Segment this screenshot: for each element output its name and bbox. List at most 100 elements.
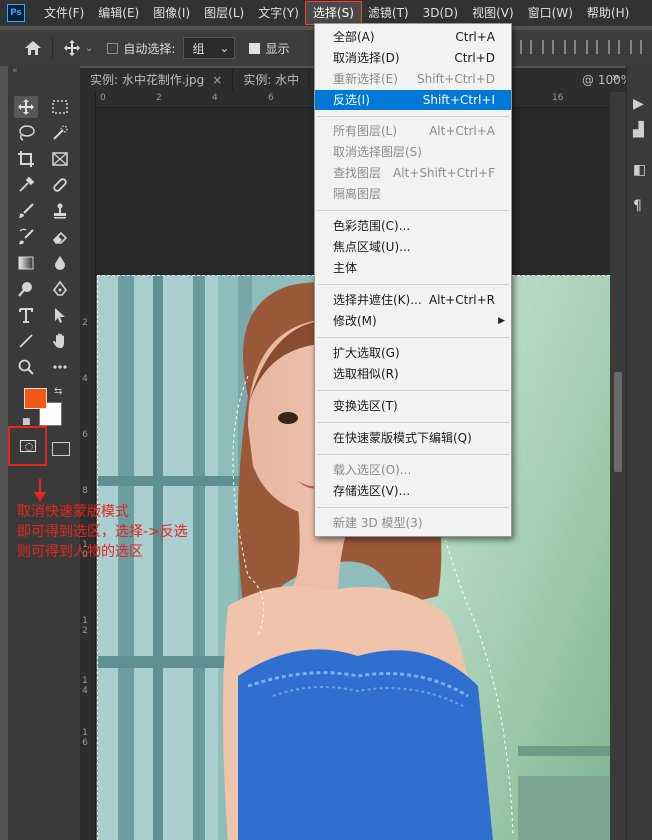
menu-image[interactable]: 图像(I): [146, 2, 197, 24]
menu-item-label: 载入选区(O)...: [333, 463, 412, 477]
chevron-down-icon[interactable]: ⌄: [85, 43, 93, 54]
menu-item-new-3d-model[interactable]: 新建 3D 模型(3): [315, 513, 511, 533]
annotation-arrow: [34, 479, 46, 502]
menu-item-isolate-layers[interactable]: 隔离图层: [315, 184, 511, 204]
menu-item-deselect[interactable]: 取消选择(D) Ctrl+D: [315, 48, 511, 68]
histogram-icon[interactable]: ▟: [633, 122, 649, 138]
ruler-tick-label: 1 6: [82, 728, 88, 748]
crop-tool-icon[interactable]: [14, 148, 38, 170]
move-tool-icon[interactable]: [14, 96, 38, 118]
menu-item-similar[interactable]: 选取相似(R): [315, 364, 511, 384]
show-transform-checkbox[interactable]: [249, 42, 261, 54]
distribute-icon[interactable]: [608, 40, 620, 54]
foreground-color-swatch[interactable]: [24, 388, 47, 409]
ruler-tick-label: 6: [268, 93, 274, 103]
menu-item-reselect[interactable]: 重新选择(E) Shift+Ctrl+D: [315, 69, 511, 89]
ruler-tick-label: 2: [156, 93, 162, 103]
type-tool-icon[interactable]: [14, 304, 38, 326]
menu-item-select-all[interactable]: 全部(A) Ctrl+A: [315, 27, 511, 47]
menu-item-shortcut: Ctrl+D: [454, 51, 495, 65]
brush-tool-icon[interactable]: [14, 200, 38, 222]
ruler-tick-label: 8: [82, 486, 88, 496]
path-select-tool-icon[interactable]: [48, 304, 72, 326]
pen-tool-icon[interactable]: [48, 278, 72, 300]
screen-mode-icon[interactable]: [52, 442, 70, 456]
menu-item-label: 反选(I): [333, 93, 370, 107]
menu-item-select-and-mask[interactable]: 选择并遮住(K)... Alt+Ctrl+R: [315, 290, 511, 310]
menu-item-modify[interactable]: 修改(M) ▶: [315, 311, 511, 331]
close-icon[interactable]: ×: [212, 73, 222, 87]
toolbox-collapse-icon[interactable]: «: [8, 66, 80, 78]
history-brush-tool-icon[interactable]: [14, 226, 38, 248]
menu-item-grow[interactable]: 扩大选取(G): [315, 343, 511, 363]
stamp-tool-icon[interactable]: [48, 200, 72, 222]
line-tool-icon[interactable]: [14, 330, 38, 352]
ruler-tick-label: 6: [82, 430, 88, 440]
adjustments-icon[interactable]: ◧: [633, 162, 649, 178]
menu-item-shortcut: Ctrl+A: [455, 30, 495, 44]
menu-item-label: 重新选择(E): [333, 72, 398, 86]
menu-separator: [317, 116, 509, 117]
document-tab[interactable]: 实例: 水中花制作.jpg ×: [80, 68, 234, 92]
menu-item-focus-area[interactable]: 焦点区域(U)...: [315, 237, 511, 257]
menu-item-deselect-layers[interactable]: 取消选择图层(S): [315, 142, 511, 162]
more-tabs-icon[interactable]: »: [612, 70, 619, 84]
zoom-tool-icon[interactable]: [14, 356, 38, 378]
menu-item-load-selection[interactable]: 载入选区(O)...: [315, 460, 511, 480]
frame-tool-icon[interactable]: [48, 148, 72, 170]
hand-tool-icon[interactable]: [48, 330, 72, 352]
gradient-tool-icon[interactable]: [14, 252, 38, 274]
quick-select-tool-icon[interactable]: [48, 122, 72, 144]
menu-item-shortcut: Alt+Ctrl+R: [428, 293, 495, 307]
menu-select[interactable]: 选择(S): [304, 1, 362, 25]
menu-filter[interactable]: 滤镜(T): [361, 2, 416, 24]
menu-layer[interactable]: 图层(L): [197, 2, 251, 24]
menu-view[interactable]: 视图(V): [465, 2, 521, 24]
menu-item-save-selection[interactable]: 存储选区(V)...: [315, 481, 511, 501]
distribute-icon[interactable]: [586, 40, 598, 54]
annotation-line: 则可得到人物的选区: [17, 544, 143, 560]
menu-3d[interactable]: 3D(D): [416, 2, 465, 24]
menu-item-shortcut: Alt+Ctrl+A: [429, 124, 495, 138]
menu-item-quick-mask-edit[interactable]: 在快速蒙版模式下编辑(Q): [315, 428, 511, 448]
menu-window[interactable]: 窗口(W): [521, 2, 580, 24]
quick-mask-button[interactable]: [8, 426, 47, 466]
scrollbar-thumb[interactable]: [614, 372, 622, 472]
menu-item-inverse[interactable]: 反选(I) Shift+Ctrl+I: [315, 90, 511, 110]
play-icon[interactable]: ▶: [633, 96, 649, 112]
lasso-tool-icon[interactable]: [14, 122, 38, 144]
healing-tool-icon[interactable]: [48, 174, 72, 196]
blur-tool-icon[interactable]: [48, 252, 72, 274]
menu-item-label: 全部(A): [333, 30, 375, 44]
menu-separator: [317, 284, 509, 285]
menu-edit[interactable]: 编辑(E): [91, 2, 146, 24]
align-center-icon[interactable]: [542, 40, 554, 54]
eraser-tool-icon[interactable]: [48, 226, 72, 248]
auto-select-checkbox[interactable]: [107, 42, 119, 54]
vertical-scrollbar[interactable]: [610, 92, 626, 840]
menu-item-color-range[interactable]: 色彩范围(C)...: [315, 216, 511, 236]
menu-item-find-layers[interactable]: 查找图层 Alt+Shift+Ctrl+F: [315, 163, 511, 183]
dodge-tool-icon[interactable]: [14, 278, 38, 300]
home-icon[interactable]: [24, 40, 42, 56]
distribute-icon[interactable]: [630, 40, 642, 54]
menu-item-subject[interactable]: 主体: [315, 258, 511, 278]
paragraph-icon[interactable]: ¶: [633, 198, 649, 214]
menu-item-all-layers[interactable]: 所有图层(L) Alt+Ctrl+A: [315, 121, 511, 141]
menu-help[interactable]: 帮助(H): [580, 2, 636, 24]
eyedropper-tool-icon[interactable]: [14, 174, 38, 196]
auto-select-dropdown[interactable]: 组 ⌄: [183, 37, 236, 59]
align-left-icon[interactable]: [520, 40, 532, 54]
ruler-tick-label: 2: [82, 318, 88, 328]
menu-type[interactable]: 文字(Y): [251, 2, 306, 24]
align-right-icon[interactable]: [564, 40, 576, 54]
marquee-tool-icon[interactable]: [48, 96, 72, 118]
document-tab[interactable]: 实例: 水中: [233, 68, 311, 92]
more-tools-icon[interactable]: [48, 356, 72, 378]
menu-file[interactable]: 文件(F): [37, 2, 91, 24]
move-icon[interactable]: [63, 39, 81, 57]
swap-colors-icon[interactable]: ⇆: [54, 386, 62, 397]
menu-item-transform-selection[interactable]: 变换选区(T): [315, 396, 511, 416]
menu-item-shortcut: Shift+Ctrl+I: [422, 93, 495, 107]
menu-separator: [317, 337, 509, 338]
